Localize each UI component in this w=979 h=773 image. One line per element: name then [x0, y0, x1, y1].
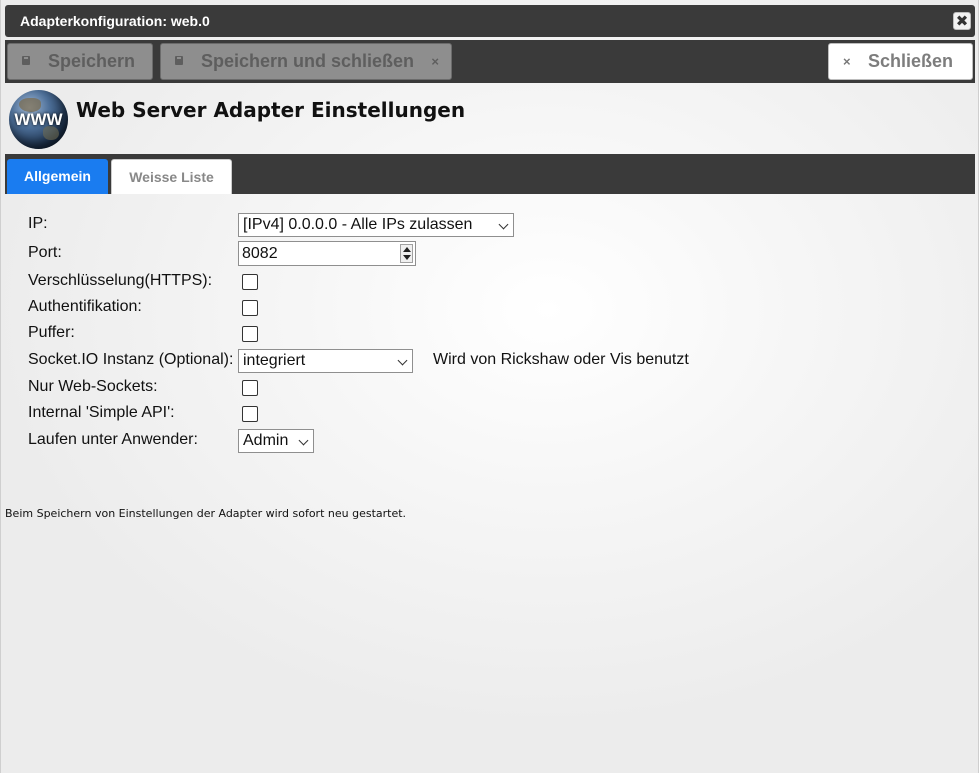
tab-allgemein[interactable]: Allgemein	[7, 159, 108, 194]
https-checkbox[interactable]	[242, 274, 258, 290]
user-select[interactable]: Admin	[238, 429, 314, 453]
tab-weisse-liste[interactable]: Weisse Liste	[111, 159, 232, 194]
save-and-close-button[interactable]: Speichern und schließen ×	[160, 43, 452, 80]
close-button-label: Schließen	[868, 51, 954, 71]
socketio-label: Socket.IO Instanz (Optional):	[28, 351, 234, 368]
port-label: Port:	[28, 244, 62, 261]
socketio-select[interactable]: integriert	[238, 349, 413, 373]
chevron-down-icon	[397, 355, 408, 366]
chevron-down-icon	[498, 219, 509, 230]
user-label: Laufen unter Anwender:	[28, 431, 198, 448]
save-button[interactable]: Speichern	[7, 43, 153, 80]
page-title: Web Server Adapter Einstellungen	[76, 98, 466, 122]
save-button-label: Speichern	[48, 51, 136, 71]
port-spinner[interactable]	[400, 244, 413, 263]
save-icon	[22, 56, 30, 65]
port-input-value: 8082	[242, 245, 278, 262]
websockets-label: Nur Web-Sockets:	[28, 378, 158, 395]
port-input[interactable]: 8082	[238, 241, 416, 266]
socketio-select-value: integriert	[243, 352, 306, 369]
cache-checkbox[interactable]	[242, 326, 258, 342]
websockets-checkbox[interactable]	[242, 380, 258, 396]
auth-checkbox[interactable]	[242, 300, 258, 316]
window-close-icon[interactable]: ✖	[953, 12, 971, 30]
ip-select-value: [IPv4] 0.0.0.0 - Alle IPs zulassen	[243, 216, 473, 233]
restart-note: Beim Speichern von Einstellungen der Ada…	[5, 507, 407, 520]
logo-text: WWW	[14, 110, 63, 129]
simpleapi-checkbox[interactable]	[242, 406, 258, 422]
save-and-close-label: Speichern und schließen	[201, 51, 415, 71]
close-icon: ×	[431, 54, 439, 69]
toolbar: Speichern Speichern und schließen × × Sc…	[5, 40, 975, 83]
spin-up-icon[interactable]	[403, 247, 411, 252]
cache-label: Puffer:	[28, 324, 75, 341]
tab-bar: Allgemein Weisse Liste	[5, 154, 975, 194]
window-title: Adapterkonfiguration: web.0	[20, 13, 210, 29]
www-globe-logo: WWW	[9, 90, 68, 149]
ip-label: IP:	[28, 215, 48, 232]
title-bar: Adapterkonfiguration: web.0 ✖	[5, 5, 975, 37]
adapter-config-window: Adapterkonfiguration: web.0 ✖ Speichern …	[0, 0, 979, 773]
https-label: Verschlüsselung(HTTPS):	[28, 272, 213, 289]
spin-down-icon[interactable]	[403, 255, 411, 260]
socketio-hint: Wird von Rickshaw oder Vis benutzt	[433, 351, 689, 368]
simpleapi-label: Internal 'Simple API':	[28, 404, 175, 421]
chevron-down-icon	[298, 435, 309, 446]
ip-select[interactable]: [IPv4] 0.0.0.0 - Alle IPs zulassen	[238, 213, 514, 237]
auth-label: Authentifikation:	[28, 298, 142, 315]
user-select-value: Admin	[243, 432, 289, 449]
close-icon: ×	[843, 54, 851, 69]
close-button[interactable]: × Schließen	[828, 43, 973, 80]
save-icon	[175, 56, 183, 65]
